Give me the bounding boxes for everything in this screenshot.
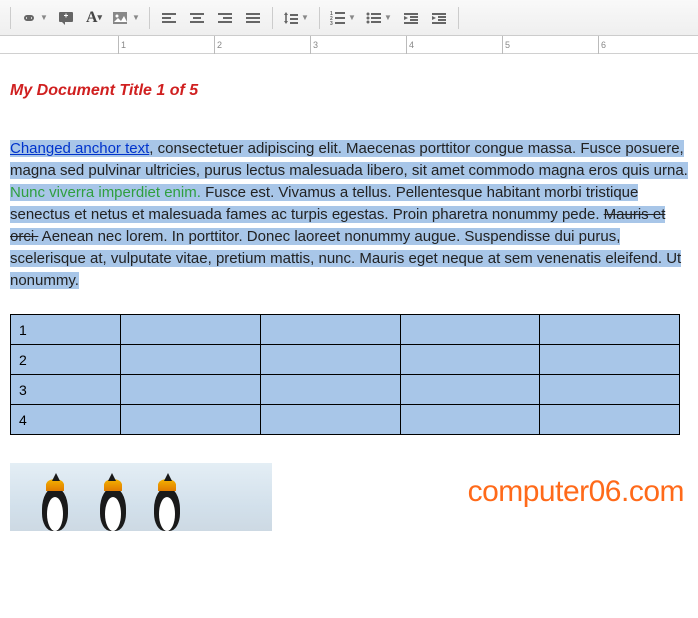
ruler[interactable]: 1 2 3 4 5 6 [0, 36, 698, 54]
ruler-tick: 5 [502, 36, 510, 54]
table-row[interactable]: 4 [11, 405, 680, 435]
table-cell[interactable]: 1 [11, 315, 121, 345]
colored-text: Nunc viverra imperdiet enim. [10, 184, 201, 201]
separator [458, 7, 459, 29]
table-cell[interactable] [260, 375, 400, 405]
table-cell[interactable]: 3 [11, 375, 121, 405]
align-right-button[interactable] [212, 5, 238, 31]
line-spacing-button[interactable]: ▼ [279, 5, 313, 31]
increase-indent-button[interactable] [426, 5, 452, 31]
table-cell[interactable] [540, 405, 680, 435]
separator [149, 7, 150, 29]
table-cell[interactable]: 4 [11, 405, 121, 435]
numbered-list-button[interactable]: 123 ▼ [326, 5, 360, 31]
align-left-button[interactable] [156, 5, 182, 31]
table-cell[interactable] [121, 375, 261, 405]
body-text: Aenean nec lorem. In porttitor. Donec la… [10, 228, 681, 289]
toolbar: ▼ A▾ ▼ ▼ 123 ▼ ▼ [0, 0, 698, 36]
penguin-icon [90, 475, 134, 531]
table-cell[interactable] [400, 315, 540, 345]
table-cell[interactable] [121, 315, 261, 345]
insert-image-button[interactable]: ▼ [109, 5, 143, 31]
table-cell[interactable] [400, 405, 540, 435]
table-row[interactable]: 1 [11, 315, 680, 345]
separator [10, 7, 11, 29]
table-cell[interactable] [540, 315, 680, 345]
separator [319, 7, 320, 29]
bulleted-list-button[interactable]: ▼ [362, 5, 396, 31]
table-cell[interactable] [260, 345, 400, 375]
ruler-tick: 2 [214, 36, 222, 54]
document-page[interactable]: My Document Title 1 of 5 Changed anchor … [0, 54, 698, 531]
inserted-image[interactable] [10, 463, 272, 531]
watermark-text: computer06.com [468, 475, 684, 509]
ruler-tick: 3 [310, 36, 318, 54]
table-cell[interactable] [121, 405, 261, 435]
align-justify-button[interactable] [240, 5, 266, 31]
hyperlink[interactable]: Changed anchor text [10, 140, 149, 157]
table-cell[interactable] [121, 345, 261, 375]
table-row[interactable]: 2 [11, 345, 680, 375]
table-cell[interactable] [260, 315, 400, 345]
penguin-icon [34, 475, 78, 531]
penguin-icon [146, 475, 190, 531]
table-cell[interactable] [400, 375, 540, 405]
table-cell[interactable] [400, 345, 540, 375]
decrease-indent-button[interactable] [398, 5, 424, 31]
ruler-tick: 4 [406, 36, 414, 54]
add-comment-button[interactable] [53, 5, 79, 31]
ruler-tick: 1 [118, 36, 126, 54]
align-center-button[interactable] [184, 5, 210, 31]
body-paragraph[interactable]: Changed anchor text, consectetuer adipis… [10, 138, 688, 292]
table-cell[interactable] [540, 375, 680, 405]
table-cell[interactable]: 2 [11, 345, 121, 375]
insert-link-button[interactable]: ▼ [17, 5, 51, 31]
table-cell[interactable] [540, 345, 680, 375]
separator [272, 7, 273, 29]
table-cell[interactable] [260, 405, 400, 435]
document-table[interactable]: 1 2 3 4 [10, 314, 680, 435]
font-decrease-button[interactable]: A▾ [81, 5, 107, 31]
table-row[interactable]: 3 [11, 375, 680, 405]
ruler-tick: 6 [598, 36, 606, 54]
svg-text:3: 3 [330, 21, 333, 25]
page-title: My Document Title 1 of 5 [10, 82, 688, 100]
